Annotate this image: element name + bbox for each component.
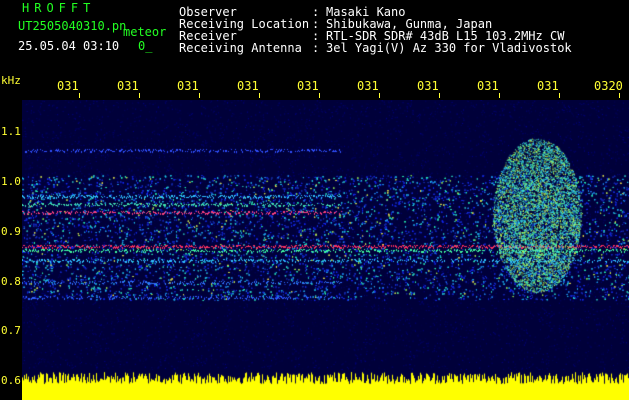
y-tick-label: 0.9 xyxy=(1,225,21,238)
y-tick-label: 0.6 xyxy=(1,374,21,387)
y-axis-unit: kHz xyxy=(1,74,21,87)
info-value-antenna: 3el Yagi(V) Az 330 for Vladivostok xyxy=(326,41,572,55)
file-name: UT2505040310.pn xyxy=(18,19,127,33)
x-tick-mark xyxy=(319,93,320,98)
y-tick-label: 0.8 xyxy=(1,275,21,288)
y-tick-label: 1.1 xyxy=(1,125,21,138)
x-tick-mark xyxy=(559,93,560,98)
info-colon: : xyxy=(312,41,320,55)
x-tick-label: 031 xyxy=(477,79,499,93)
file-suffix: meteor xyxy=(123,25,167,39)
x-tick-label: 031 xyxy=(237,79,259,93)
x-tick-label: 031 xyxy=(177,79,199,93)
y-tick-label: 1.0 xyxy=(1,175,21,188)
x-tick-label: 031 xyxy=(357,79,379,93)
x-tick-mark xyxy=(379,93,380,98)
x-tick-mark xyxy=(619,93,620,98)
y-tick-label: 0.7 xyxy=(1,324,21,337)
info-label-antenna: Receiving Antenna xyxy=(179,41,302,55)
x-tick-label: 031 xyxy=(537,79,559,93)
x-tick-label: 031 xyxy=(297,79,319,93)
x-tick-label: 031 xyxy=(57,79,79,93)
hrofft-window: HROFFT UT2505040310.pn meteor 25.05.04 0… xyxy=(0,0,629,400)
x-tick-mark xyxy=(79,93,80,98)
spectrogram-canvas xyxy=(22,100,629,400)
x-tick-label: 031 xyxy=(417,79,439,93)
app-title: HROFFT xyxy=(22,1,96,15)
x-tick-label: 0320 xyxy=(594,79,623,93)
datetime: 25.05.04 03:10 xyxy=(18,39,120,53)
x-tick-mark xyxy=(259,93,260,98)
x-tick-mark xyxy=(499,93,500,98)
x-tick-label: 031 xyxy=(117,79,139,93)
x-tick-mark xyxy=(199,93,200,98)
x-tick-mark xyxy=(439,93,440,98)
extra-indicator: 0_ xyxy=(138,39,153,53)
x-tick-mark xyxy=(139,93,140,98)
